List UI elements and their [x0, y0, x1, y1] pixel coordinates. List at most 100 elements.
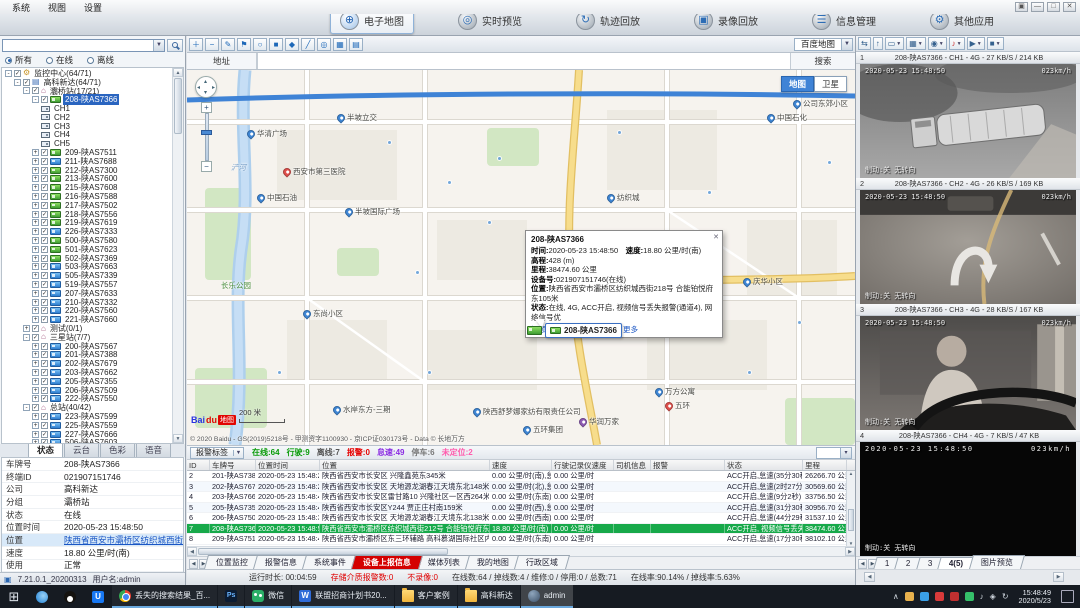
- checkbox[interactable]: ✓: [41, 219, 48, 226]
- video-panel-ch3[interactable]: 3208-陕AS7366 - CH3 - 4G - 28 KB/S / 167 …: [856, 304, 1080, 430]
- detail-value[interactable]: 陕西省西安市灞桥区纺织城西街: [64, 534, 183, 546]
- tree-item-label[interactable]: CH2: [52, 113, 72, 122]
- page-scroll-right-icon[interactable]: ▶: [1053, 572, 1064, 582]
- fullscreen-icon[interactable]: ▦: [333, 38, 347, 51]
- tab-scroll-left-icon[interactable]: ◀: [189, 559, 198, 569]
- swap-view-icon[interactable]: ⇆: [858, 37, 871, 50]
- tree-row[interactable]: +✓ 506-陕AS7603: [2, 438, 170, 444]
- detail-tab-色彩[interactable]: 色彩: [100, 442, 135, 457]
- expand-toggle-icon[interactable]: -: [23, 334, 30, 341]
- checkbox[interactable]: ✓: [41, 158, 48, 165]
- column-header[interactable]: 行驶记录仪速度: [552, 460, 614, 470]
- checkbox[interactable]: ✓: [41, 228, 48, 235]
- hidden-icons-chevron[interactable]: ∧: [893, 592, 899, 601]
- tree-item-label[interactable]: CH1: [52, 104, 72, 113]
- expand-toggle-icon[interactable]: +: [32, 307, 39, 314]
- expand-toggle-icon[interactable]: +: [32, 246, 39, 253]
- filter-radio-离线[interactable]: 离线: [87, 54, 114, 66]
- checkbox[interactable]: ✓: [41, 369, 48, 376]
- checkbox[interactable]: ✓: [41, 237, 48, 244]
- close-button[interactable]: ✕: [1063, 2, 1076, 12]
- chrome-taskbar-button[interactable]: 丢失的搜索结果_百...: [112, 585, 217, 608]
- video-panel-ch4[interactable]: 4208-陕AS7366 - CH4 - 4G - 7 KB/S / 47 KB…: [856, 430, 1080, 556]
- monitor-icon[interactable]: ▭▼: [885, 37, 905, 50]
- expand-toggle-icon[interactable]: +: [32, 228, 39, 235]
- expand-toggle-icon[interactable]: +: [32, 299, 39, 306]
- map-zoom-slider[interactable]: + −: [201, 102, 212, 172]
- tree-row[interactable]: CH3: [2, 122, 170, 131]
- expand-toggle-icon[interactable]: +: [32, 422, 39, 429]
- zoom-in-icon[interactable]: ＋: [189, 38, 203, 51]
- map-layer-地图[interactable]: 地图: [781, 76, 814, 92]
- expand-toggle-icon[interactable]: +: [32, 184, 39, 191]
- minimize-button[interactable]: —: [1031, 2, 1044, 12]
- network-icon[interactable]: ◈: [990, 592, 996, 601]
- expand-toggle-icon[interactable]: -: [23, 87, 30, 94]
- grid-tab-报警信息[interactable]: 报警信息: [253, 555, 309, 569]
- checkbox[interactable]: ✓: [32, 404, 39, 411]
- polygon-icon[interactable]: ◆: [285, 38, 299, 51]
- admin-app-taskbar-button[interactable]: admin: [521, 585, 573, 608]
- grid-filter-select[interactable]: [816, 447, 852, 459]
- checkbox[interactable]: ✓: [41, 149, 48, 156]
- map-pan-control[interactable]: ▴ ▾ ◂ ▸: [195, 76, 217, 98]
- map-provider-select[interactable]: 百度地图 ▼: [794, 38, 853, 51]
- detail-tab-语音[interactable]: 语音: [136, 442, 171, 457]
- search-icon[interactable]: ◎: [317, 38, 331, 51]
- table-row[interactable]: 2201-陕AS73882020-05-23 15:48:23陕西省西安市长安区…: [187, 471, 855, 482]
- video-panel-ch1[interactable]: 1208-陕AS7366 - CH1 - 4G - 27 KB/S / 214 …: [856, 52, 1080, 178]
- vehicle-search-input[interactable]: ▼: [2, 39, 165, 52]
- checkbox[interactable]: ✓: [41, 246, 48, 253]
- checkbox[interactable]: ✓: [41, 184, 48, 191]
- zoom-out-icon[interactable]: −: [205, 38, 219, 51]
- menu-item[interactable]: 视图: [40, 0, 74, 15]
- snapshot-icon[interactable]: ◉▼: [928, 37, 947, 50]
- skin-button[interactable]: ▣: [1015, 2, 1028, 12]
- expand-toggle-icon[interactable]: +: [32, 378, 39, 385]
- expand-toggle-icon[interactable]: +: [32, 211, 39, 218]
- tree-item-label[interactable]: 506-陕AS7603: [63, 437, 119, 444]
- address-search-button[interactable]: 搜索: [791, 53, 855, 69]
- expand-toggle-icon[interactable]: +: [32, 439, 39, 444]
- flag-icon[interactable]: ⚑: [237, 38, 251, 51]
- checkbox[interactable]: ✓: [41, 202, 48, 209]
- page-scroll-left-icon[interactable]: ◀: [864, 572, 875, 582]
- layout-icon[interactable]: ▦▼: [906, 37, 926, 50]
- checkbox[interactable]: ✓: [41, 211, 48, 218]
- column-header[interactable]: 状态: [725, 460, 803, 470]
- expand-toggle-icon[interactable]: +: [32, 281, 39, 288]
- pan-down-icon[interactable]: ▾: [204, 89, 207, 96]
- rect-icon[interactable]: ■: [269, 38, 283, 51]
- expand-toggle-icon[interactable]: +: [32, 175, 39, 182]
- expand-toggle-icon[interactable]: +: [32, 431, 39, 438]
- grid-tab-行政区域[interactable]: 行政区域: [514, 555, 570, 569]
- checkbox[interactable]: ✓: [23, 79, 30, 86]
- detail-tab-状态[interactable]: 状态: [28, 442, 63, 457]
- alarm-tag-button[interactable]: 报警标签▼: [190, 447, 244, 459]
- expand-toggle-icon[interactable]: +: [32, 202, 39, 209]
- notification-center-icon[interactable]: [1061, 590, 1074, 603]
- menu-item[interactable]: 系统: [4, 0, 38, 15]
- checkbox[interactable]: ✓: [41, 439, 48, 444]
- expand-toggle-icon[interactable]: -: [14, 79, 21, 86]
- vehicle-marker-icon[interactable]: [527, 326, 542, 337]
- draw-icon[interactable]: ✎: [221, 38, 235, 51]
- expand-toggle-icon[interactable]: +: [32, 167, 39, 174]
- taskbar-clock[interactable]: 15:48:492020/5/23: [1015, 589, 1055, 605]
- address-input[interactable]: [257, 53, 791, 69]
- checkbox[interactable]: ✓: [32, 87, 39, 94]
- table-row[interactable]: 8209-陕AS75112020-05-23 15:48:43陕西省西安市灞桥区…: [187, 534, 855, 545]
- start-button[interactable]: ⊞: [0, 585, 28, 608]
- tree-row[interactable]: CH2: [2, 113, 170, 122]
- tree-row[interactable]: CH1: [2, 104, 170, 113]
- mute-icon[interactable]: ♪▼: [949, 37, 965, 50]
- qq-button[interactable]: [56, 585, 84, 608]
- expand-toggle-icon[interactable]: +: [32, 149, 39, 156]
- popup-link-更多[interactable]: 更多: [623, 324, 638, 335]
- expand-toggle-icon[interactable]: +: [32, 351, 39, 358]
- expand-toggle-icon[interactable]: +: [23, 325, 30, 332]
- expand-toggle-icon[interactable]: +: [32, 193, 39, 200]
- column-header[interactable]: 报警: [651, 460, 725, 470]
- vehicle-marker-label[interactable]: 208-陕AS7366: [545, 323, 622, 338]
- tree-scrollbar[interactable]: ▲ ▼: [172, 68, 183, 443]
